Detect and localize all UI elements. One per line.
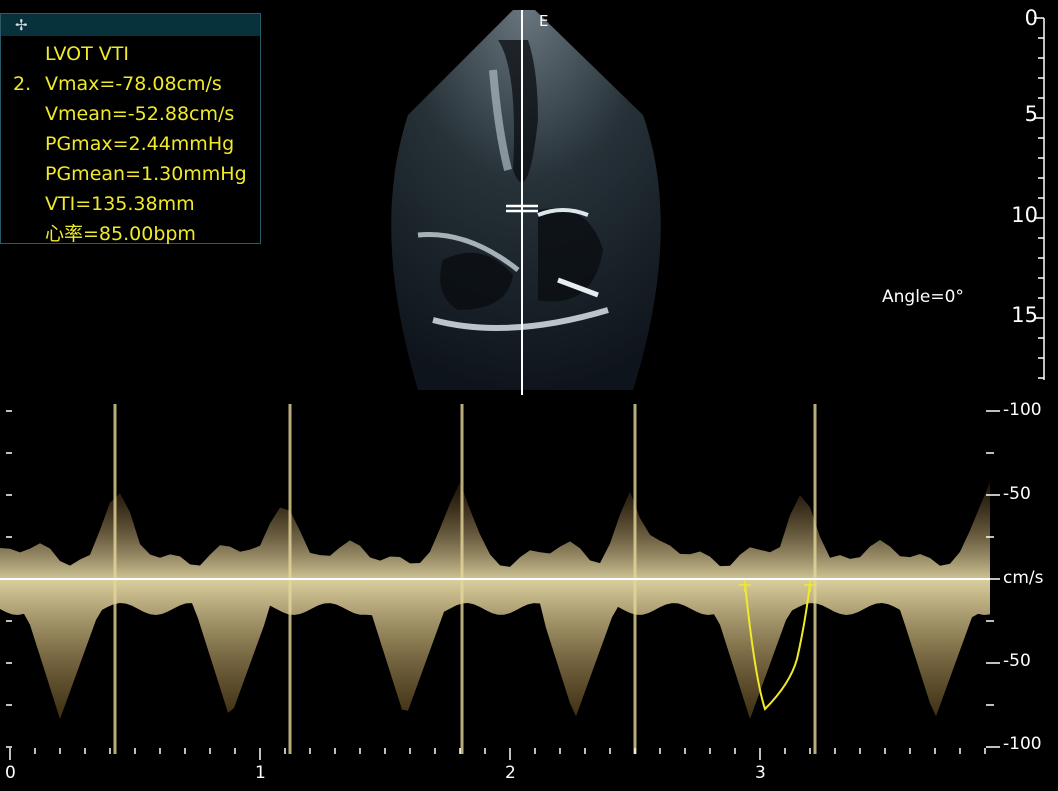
angle-readout: Angle=0° — [882, 287, 964, 307]
time-label-3: 3 — [755, 763, 766, 783]
ultrasound-screen: ✢ LVOT VTI 2. Vmax=-78.08cm/s Vmean=-52.… — [0, 0, 1058, 791]
time-scale — [9, 748, 986, 760]
velocity-label-upper-mid: -50 — [1003, 484, 1031, 504]
measurement-panel[interactable]: ✢ LVOT VTI 2. Vmax=-78.08cm/s Vmean=-52.… — [0, 13, 261, 245]
velocity-label-top: -100 — [1003, 400, 1042, 420]
measurement-pgmean: PGmean=1.30mmHg — [45, 163, 247, 185]
measurement-vti: VTI=135.38mm — [45, 193, 195, 215]
measurement-index: 2. — [13, 73, 32, 95]
measurement-vmax: Vmax=-78.08cm/s — [45, 73, 222, 95]
doppler-spectrum[interactable] — [0, 404, 990, 754]
velocity-label-lower-mid: -50 — [1003, 651, 1031, 671]
depth-label-0: 0 — [1024, 6, 1038, 30]
measurement-panel-header[interactable]: ✢ — [1, 14, 260, 36]
depth-scale — [1034, 17, 1045, 380]
crosshair-icon[interactable]: ✢ — [15, 15, 28, 35]
time-label-1: 1 — [255, 763, 266, 783]
depth-label-5: 5 — [1024, 102, 1038, 126]
measurement-pgmax: PGmax=2.44mmHg — [45, 133, 235, 155]
orientation-marker: E — [539, 12, 549, 30]
velocity-label-bottom: -100 — [1003, 734, 1042, 754]
depth-label-10: 10 — [1011, 203, 1038, 227]
echo-sector-image — [391, 10, 661, 395]
time-label-0: 0 — [5, 763, 16, 783]
velocity-unit-label: cm/s — [1003, 568, 1044, 588]
depth-label-15: 15 — [1011, 303, 1038, 327]
velocity-ticks-left — [6, 410, 12, 748]
time-label-2: 2 — [505, 763, 516, 783]
measurement-vmean: Vmean=-52.88cm/s — [45, 103, 235, 125]
measurement-title: LVOT VTI — [45, 43, 129, 65]
measurement-heart-rate: 心率=85.00bpm — [45, 223, 196, 245]
